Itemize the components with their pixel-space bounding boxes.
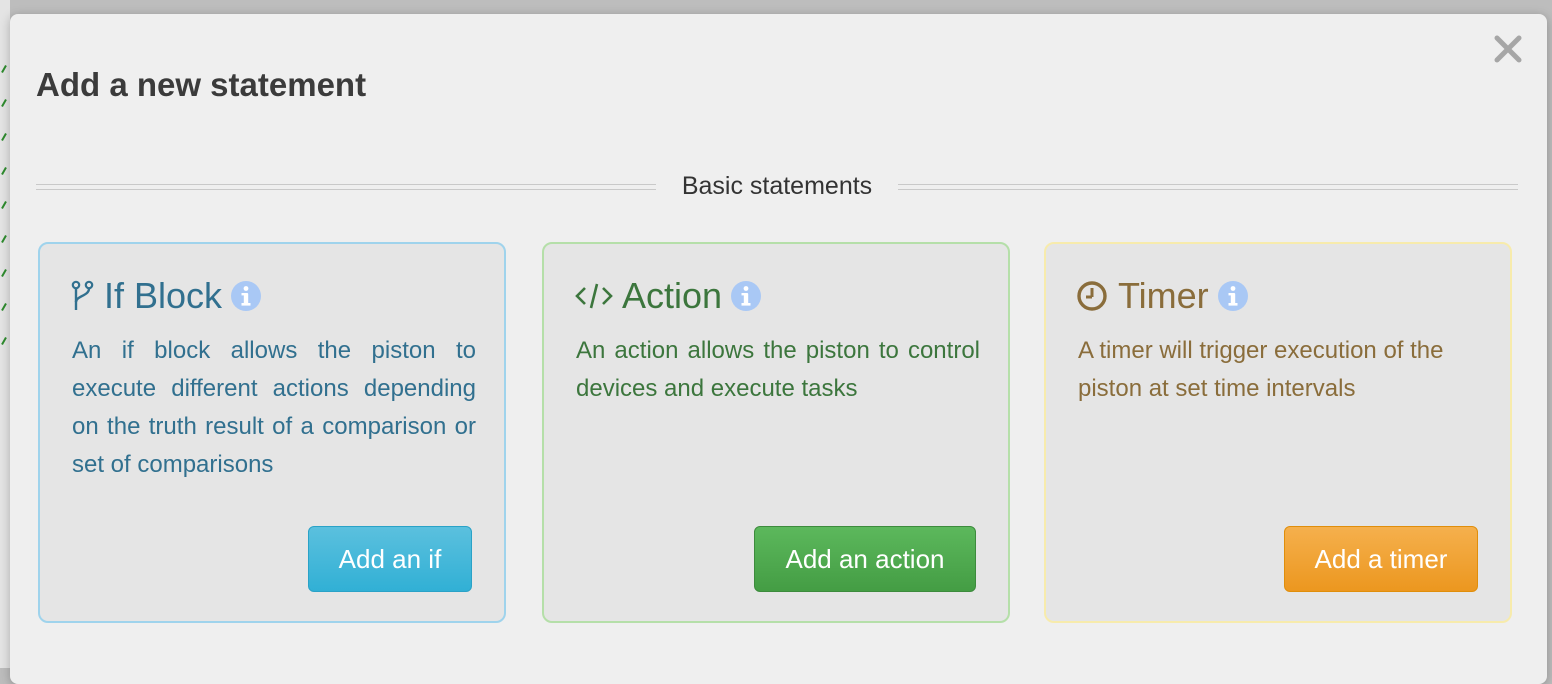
- action-title: Action: [622, 275, 723, 316]
- branch-icon: [70, 280, 96, 312]
- info-icon[interactable]: [730, 280, 762, 312]
- info-icon[interactable]: [1217, 280, 1249, 312]
- editor-mark: [1, 235, 7, 243]
- editor-mark: [1, 99, 7, 107]
- close-button[interactable]: [1491, 32, 1525, 66]
- editor-mark: [1, 303, 7, 311]
- editor-mark: [1, 65, 7, 73]
- add-timer-button[interactable]: Add a timer: [1284, 526, 1478, 592]
- info-icon[interactable]: [230, 280, 262, 312]
- editor-mark: [1, 133, 7, 141]
- action-header: Action: [574, 276, 762, 316]
- section-divider: Basic statements: [36, 172, 1518, 202]
- add-action-button[interactable]: Add an action: [754, 526, 976, 592]
- timer-title: Timer: [1118, 275, 1209, 316]
- editor-mark: [1, 337, 7, 345]
- if-block-header: If Block: [70, 276, 262, 316]
- timer-card: Timer A timer will trigger execution of …: [1044, 242, 1512, 623]
- add-if-button[interactable]: Add an if: [308, 526, 472, 592]
- action-description: An action allows the piston to control d…: [576, 337, 980, 402]
- code-icon: [574, 280, 614, 312]
- timer-header: Timer: [1076, 276, 1249, 316]
- timer-description: A timer will trigger execution of the pi…: [1078, 337, 1444, 402]
- close-icon[interactable]: [1491, 32, 1525, 66]
- if-block-description: An if block allows the piston to execute…: [72, 337, 476, 478]
- if-block-title: If Block: [104, 275, 223, 316]
- editor-mark: [1, 269, 7, 277]
- add-statement-dialog: Add a new statement Basic statements If …: [10, 14, 1547, 684]
- clock-icon: [1076, 280, 1110, 312]
- if-block-card: If Block An if block allows the piston t…: [38, 242, 506, 623]
- dialog-title: Add a new statement: [36, 66, 367, 103]
- divider-line-right: [898, 184, 1518, 190]
- action-card: Action An action allows the piston to co…: [542, 242, 1010, 623]
- background-editor-strip: [0, 0, 10, 668]
- editor-mark: [1, 201, 7, 209]
- editor-mark: [1, 167, 7, 175]
